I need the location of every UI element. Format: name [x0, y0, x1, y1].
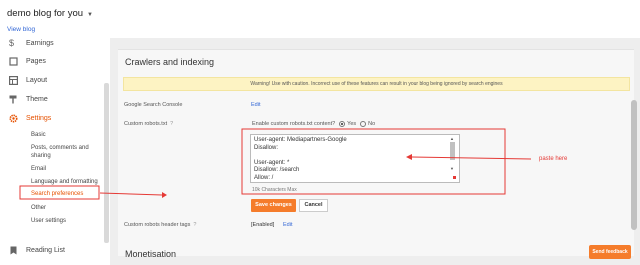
char-max-note: 10k Characters Max [252, 187, 297, 193]
bookmark-icon [9, 246, 18, 255]
sidebar-scrollbar[interactable] [104, 83, 109, 243]
blog-title: demo blog for you [7, 8, 84, 19]
scroll-down-icon[interactable]: ▼ [450, 166, 454, 171]
settings-sub-posts-cont[interactable]: sharing [31, 152, 51, 160]
sidebar-item-label: Theme [26, 96, 48, 103]
top-bar: demo blog for you ▼ View blog [0, 0, 640, 38]
warning-banner: Warning! Use with caution. Incorrect use… [123, 77, 630, 91]
save-changes-button[interactable]: Save changes [251, 199, 296, 212]
send-feedback-button[interactable]: Send feedback [589, 245, 631, 259]
sidebar-item-layout[interactable]: Layout [9, 76, 48, 86]
textarea-scrollbar[interactable] [450, 142, 455, 160]
sidebar-item-label: Reading List [26, 247, 65, 254]
sidebar-item-pages[interactable]: Pages [9, 57, 46, 66]
sidebar-item-label: Settings [26, 115, 52, 122]
layout-icon [9, 76, 19, 86]
help-icon[interactable]: ? [193, 222, 196, 228]
sidebar-item-label: Layout [26, 77, 48, 84]
pages-icon [9, 57, 18, 66]
header-tags-value: [Enabled] [251, 222, 275, 228]
paint-roller-icon [9, 95, 18, 104]
blog-selector[interactable]: demo blog for you ▼ [7, 8, 93, 19]
enable-question: Enable custom robots.txt content? [252, 121, 336, 127]
sidebar-item-label: Earnings [26, 40, 54, 47]
settings-sub-other[interactable]: Other [31, 204, 46, 212]
header-tags-edit[interactable]: Edit [283, 222, 292, 228]
radio-no[interactable] [360, 121, 367, 127]
settings-sub-language[interactable]: Language and formatting [31, 178, 98, 186]
robots-textarea[interactable]: User-agent: Mediapartners-Google Disallo… [250, 134, 460, 183]
radio-yes-label: Yes [347, 121, 357, 127]
caret-down-icon: ▼ [87, 12, 93, 18]
google-search-console-label: Google Search Console [124, 102, 183, 108]
sidebar-item-label: Pages [26, 58, 46, 65]
settings-sub-basic[interactable]: Basic [31, 131, 46, 139]
settings-sub-email[interactable]: Email [31, 165, 46, 173]
cancel-button[interactable]: Cancel [299, 199, 328, 212]
google-search-console-edit[interactable]: Edit [251, 102, 260, 108]
sidebar-item-reading-list[interactable]: Reading List [9, 246, 65, 255]
header-tags-label: Custom robots header tags? [124, 222, 196, 228]
resize-handle-icon[interactable] [453, 176, 456, 179]
sidebar-item-theme[interactable]: Theme [9, 95, 48, 104]
scroll-up-icon[interactable]: ▲ [450, 136, 454, 141]
radio-yes[interactable] [339, 121, 346, 127]
sidebar-item-settings[interactable]: Settings [9, 114, 51, 123]
radio-no-label: No [368, 121, 376, 127]
monetisation-title: Monetisation [125, 249, 177, 259]
settings-sub-search-preferences[interactable]: Search preferences [31, 190, 83, 198]
custom-robots-label-text: Custom robots.txt [124, 121, 168, 127]
help-icon[interactable]: ? [170, 121, 173, 127]
settings-sub-user-settings[interactable]: User settings [31, 217, 66, 225]
section-title: Crawlers and indexing [125, 57, 215, 67]
view-blog-link[interactable]: View blog [7, 26, 35, 33]
header-tags-label-text: Custom robots header tags [124, 222, 191, 228]
sidebar-item-earnings[interactable]: $ Earnings [9, 39, 54, 48]
enable-robots-row: Enable custom robots.txt content? Yes No [252, 121, 375, 127]
gear-icon [9, 114, 18, 123]
paste-here-annotation: paste here [539, 156, 568, 162]
settings-sub-posts[interactable]: Posts, comments and [31, 144, 89, 152]
main-scrollbar[interactable] [631, 100, 637, 230]
custom-robots-label: Custom robots.txt? [124, 121, 173, 127]
dollar-icon: $ [9, 38, 15, 48]
